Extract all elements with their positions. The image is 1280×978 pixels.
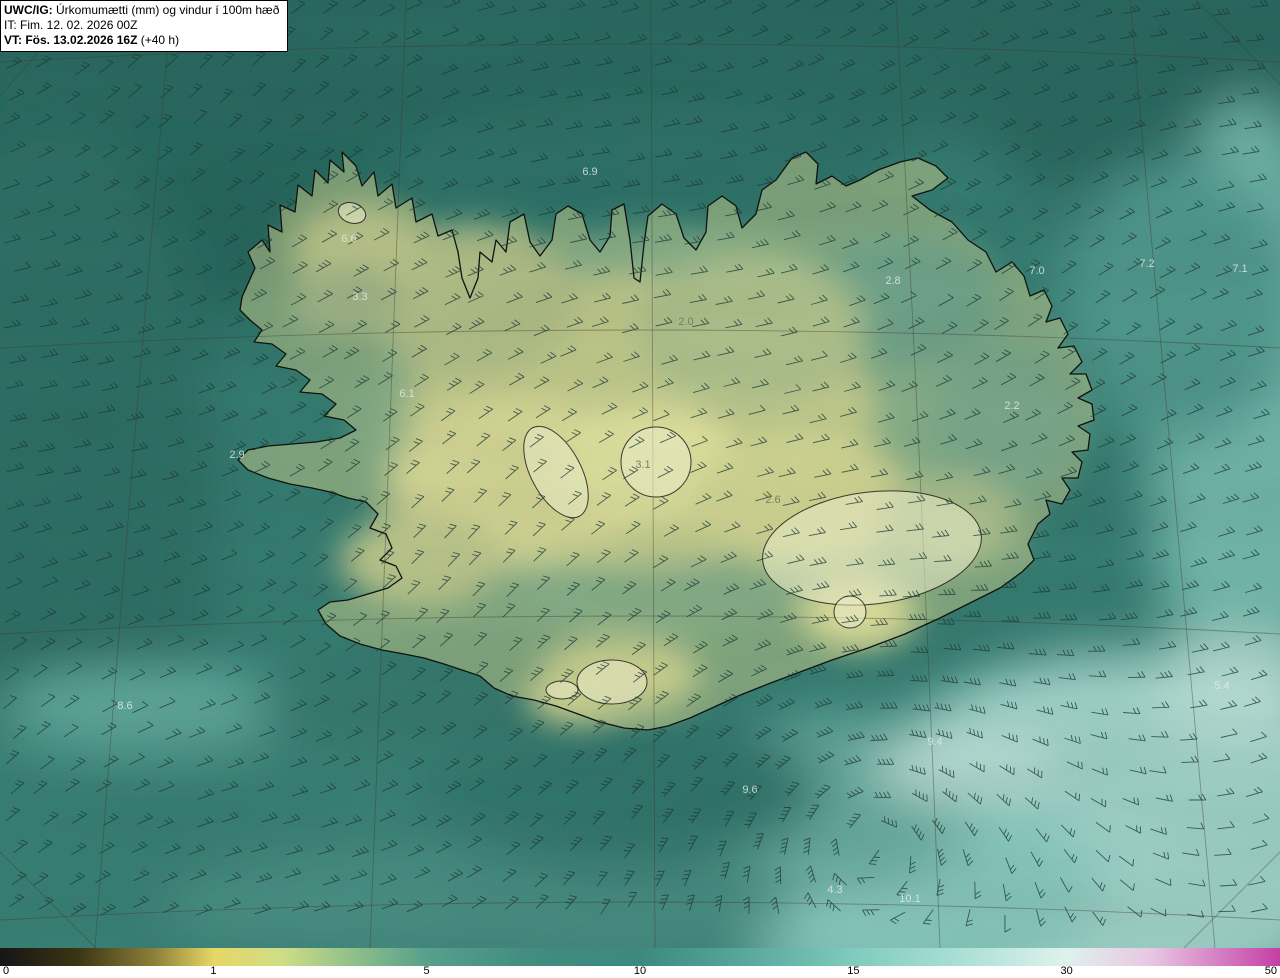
product-title-line: UWC/IG: Úrkomumætti (mm) og vindur í 100…: [4, 3, 279, 18]
map-area: 6.9 6.6 3.3 2.8 2.0 7.0 7.2 7.1 6.1 2.2 2.9 3.1 2.6 8…: [0, 0, 1280, 948]
product-code: UWC/IG:: [4, 3, 53, 17]
colorbar-tick-0: 0: [3, 965, 10, 977]
colorbar-tick-5: 5: [423, 965, 430, 977]
product-description: Úrkomumætti (mm) og vindur í 100m hæð: [52, 3, 280, 17]
valid-time: VT: Fös. 13.02.2026 16Z: [4, 33, 138, 47]
colorbar-tick-10: 10: [633, 965, 647, 977]
colorbar-tick-30: 30: [1060, 965, 1073, 977]
precip-colorbar: 0 1 5 10 15 30 50: [0, 948, 1280, 978]
map-canvas: [0, 0, 1280, 948]
valid-time-offset: (+40 h): [137, 33, 180, 47]
colorbar-tick-1: 1: [210, 965, 217, 977]
colorbar-gradient: [0, 948, 1280, 966]
valid-time-line: VT: Fös. 13.02.2026 16Z (+40 h): [4, 33, 279, 48]
colorbar-ticks: 0 1 5 10 15 30 50: [0, 965, 1280, 978]
colorbar-tick-50: 50: [1264, 965, 1277, 977]
colorbar-tick-15: 15: [847, 965, 860, 977]
init-time-line: IT: Fim. 12. 02. 2026 00Z: [4, 18, 138, 32]
precipitation-wind-map: 6.9 6.6 3.3 2.8 2.0 7.0 7.2 7.1 6.1 2.2 2.9 3.1 2.6 8…: [0, 0, 1280, 978]
map-title-box: UWC/IG: Úrkomumætti (mm) og vindur í 100…: [0, 0, 289, 52]
